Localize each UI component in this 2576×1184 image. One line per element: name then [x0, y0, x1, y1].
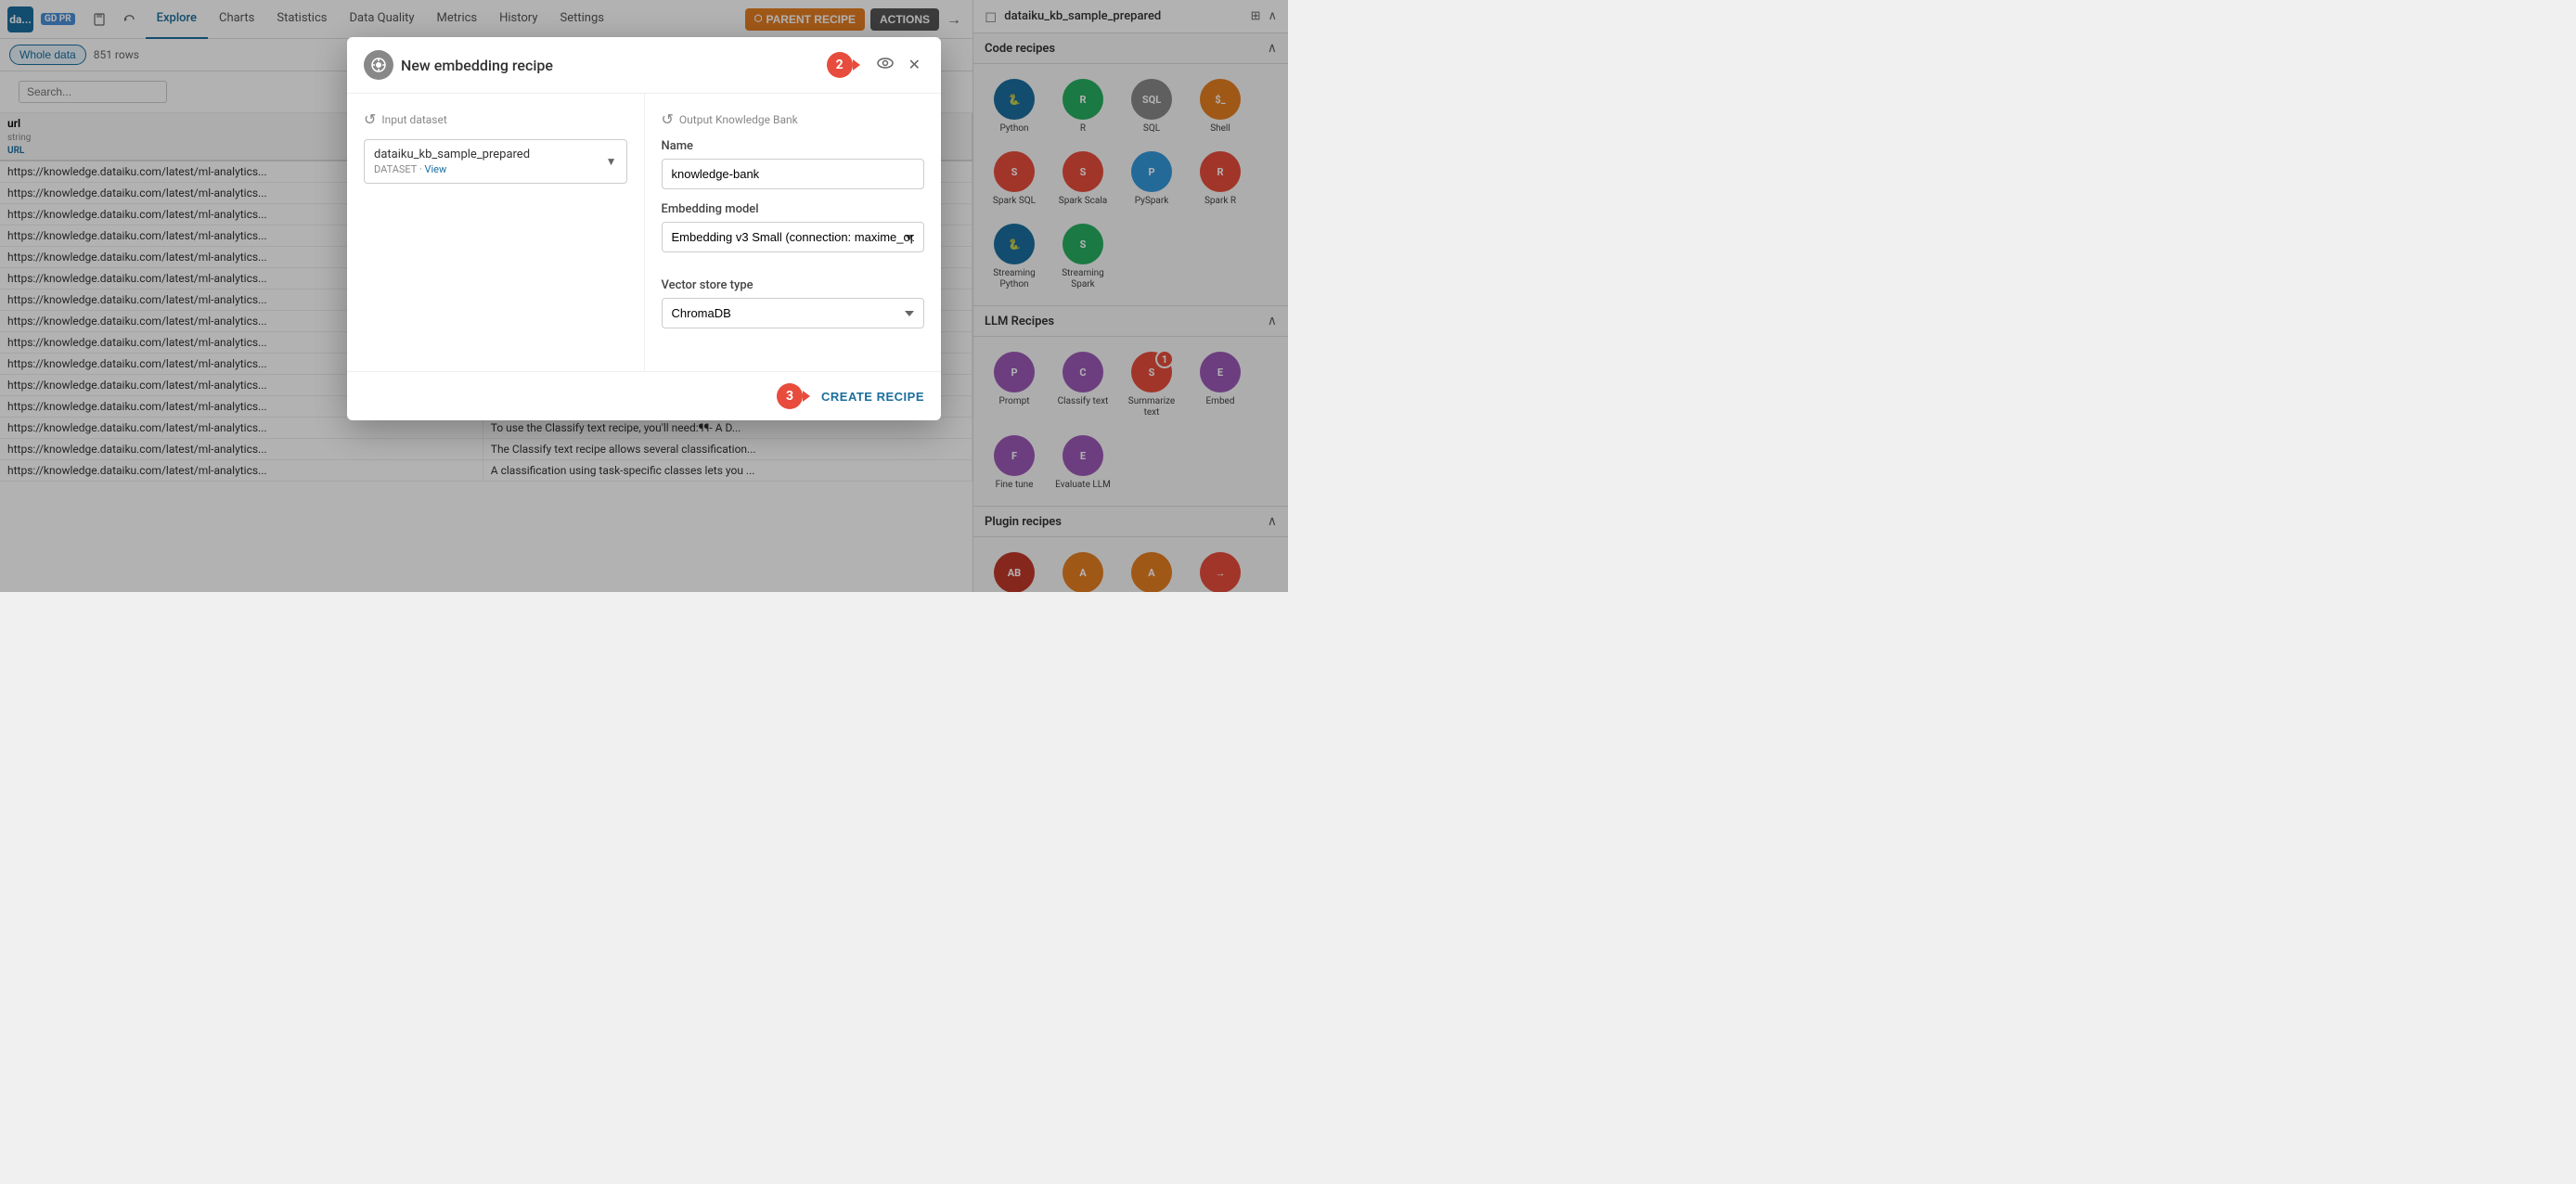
modal-header-actions: ✕	[873, 52, 924, 78]
modal-header: New embedding recipe 2 ✕	[347, 37, 941, 94]
dataset-dropdown-arrow: ▼	[606, 155, 617, 168]
embedding-model-label: Embedding model	[662, 202, 925, 216]
output-pane-title: ↺ Output Knowledge Bank	[662, 110, 925, 128]
create-recipe-button[interactable]: CREATE RECIPE	[821, 390, 924, 404]
modal-title: New embedding recipe	[401, 57, 819, 74]
modal-header-icon	[364, 50, 393, 80]
modal-close-button[interactable]: ✕	[905, 52, 924, 78]
modal-overlay: New embedding recipe 2 ✕ ↺ Input dataset	[0, 0, 1288, 592]
output-kb-pane: ↺ Output Knowledge Bank Name Embedding m…	[645, 94, 942, 371]
input-pane-title: ↺ Input dataset	[364, 110, 627, 128]
modal-body: ↺ Input dataset dataiku_kb_sample_prepar…	[347, 94, 941, 371]
vector-store-select[interactable]: ChromaDBPineconeWeaviateFAISS	[662, 298, 925, 328]
name-input[interactable]	[662, 159, 925, 189]
dataset-view-link[interactable]: View	[425, 163, 447, 175]
embedding-recipe-modal: New embedding recipe 2 ✕ ↺ Input dataset	[347, 37, 941, 420]
dataset-dropdown[interactable]: dataiku_kb_sample_prepared DATASET · Vie…	[364, 139, 627, 184]
vector-store-label: Vector store type	[662, 278, 925, 292]
name-label: Name	[662, 139, 925, 153]
modal-eye-button[interactable]	[873, 53, 897, 78]
embedding-model-select[interactable]: Embedding v3 Small (connection: maxime_o…	[662, 222, 925, 252]
dataset-meta: DATASET · View	[374, 163, 606, 175]
step3-badge: 3	[777, 383, 803, 409]
step2-badge: 2	[827, 52, 853, 78]
input-dataset-pane: ↺ Input dataset dataiku_kb_sample_prepar…	[347, 94, 645, 371]
dataset-value: dataiku_kb_sample_prepared	[374, 148, 606, 161]
modal-footer: 3 CREATE RECIPE	[347, 371, 941, 420]
